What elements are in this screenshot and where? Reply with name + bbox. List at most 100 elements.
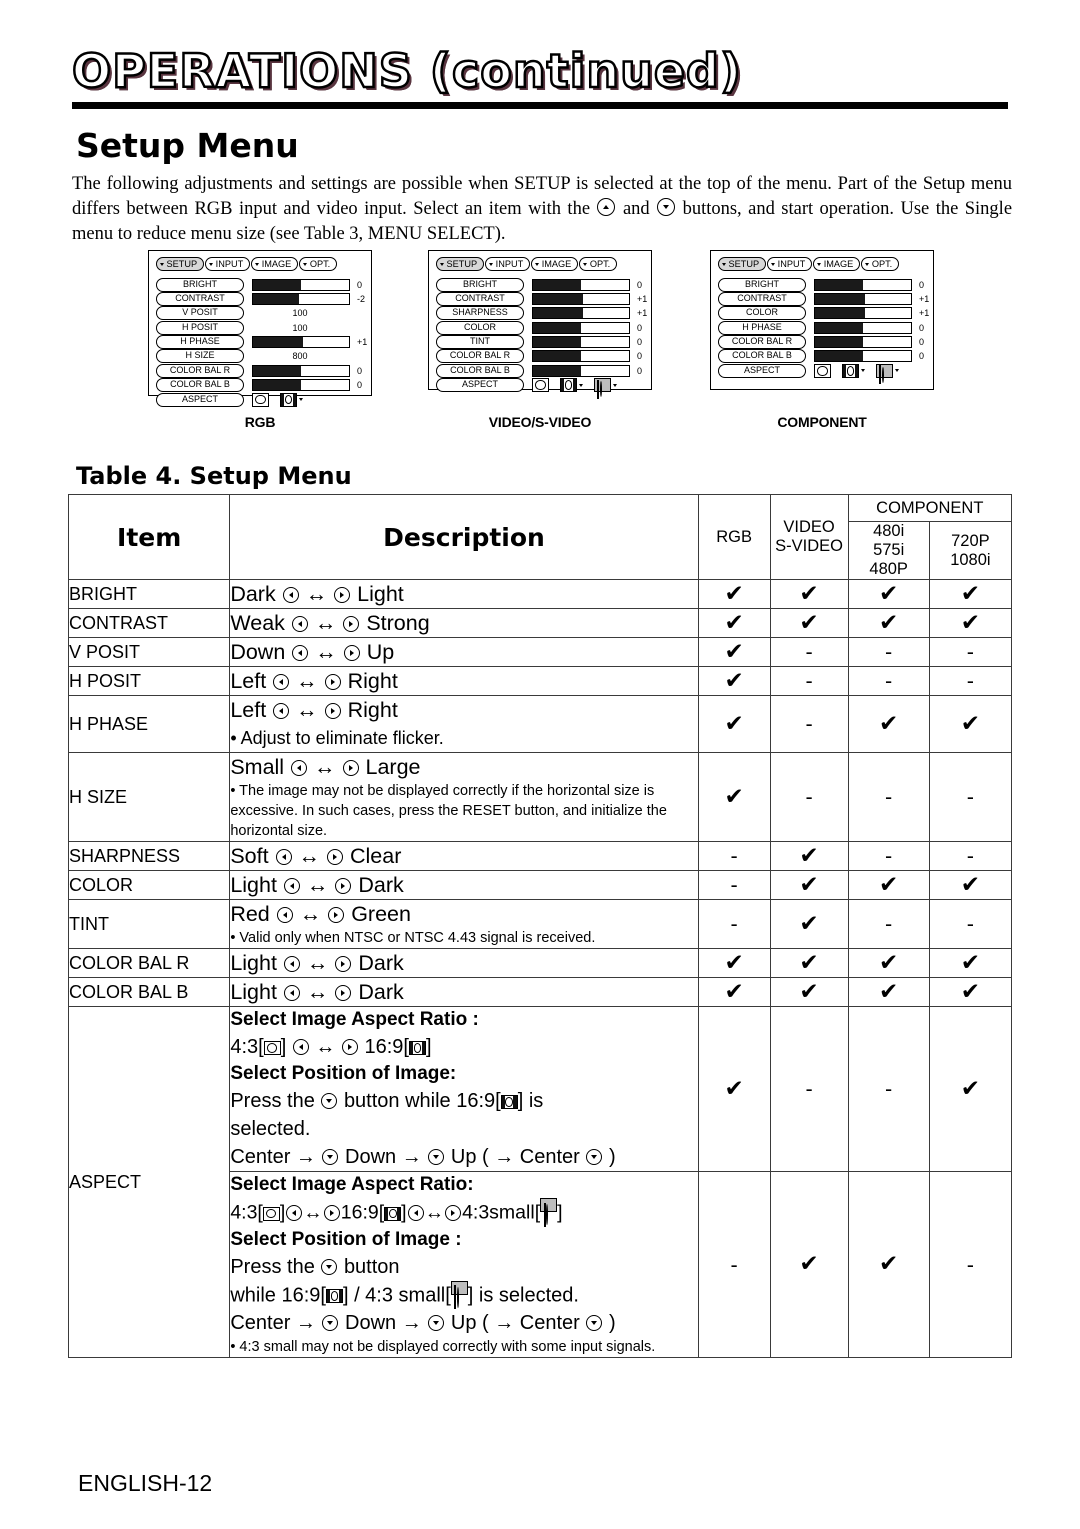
osd-item-aspect[interactable]: ASPECT (156, 392, 364, 407)
osd-item-contrast[interactable]: CONTRAST +1 (436, 291, 648, 306)
osd-item-bright[interactable]: BRIGHT 0 (718, 277, 926, 292)
osd-slider[interactable] (814, 307, 912, 320)
aspect-16-9-option[interactable] (842, 363, 865, 378)
desc-right: Large (365, 755, 421, 779)
osd-item-h-phase[interactable]: H PHASE 0 (718, 320, 926, 335)
osd-tab-input[interactable]: INPUT (485, 257, 531, 271)
osd-item-bright[interactable]: BRIGHT 0 (156, 277, 364, 292)
osd-item-value: 100 (292, 322, 308, 333)
support-video: ✔ (769, 608, 849, 638)
osd-tab-row: SETUP INPUT IMAGE OPT. (156, 257, 364, 271)
row-item-v-posit: V POSIT (67, 637, 231, 667)
aspect-4-3-option[interactable] (252, 392, 269, 407)
support-comp2: ✔ (928, 870, 1013, 900)
osd-slider[interactable] (532, 336, 630, 349)
osd-item-color-bal-b[interactable]: COLOR BAL B 0 (718, 349, 926, 364)
osd-item-value: +1 (637, 293, 648, 304)
osd-item-color[interactable]: COLOR +1 (718, 306, 929, 321)
osd-item-sharpness[interactable]: SHARPNESS +1 (436, 306, 647, 321)
osd-slider[interactable] (532, 364, 630, 377)
row-desc-color-bal-b: Light ↔ Dark (229, 977, 699, 1007)
press-text-mid: button while 16:9[ (343, 1090, 501, 1112)
osd-slider[interactable] (252, 379, 350, 392)
osd-slider[interactable] (252, 336, 350, 349)
osd-slider[interactable] (532, 307, 630, 320)
support-rgb: ✔ (697, 579, 771, 609)
desc-right: Dark (358, 951, 404, 975)
osd-tab-setup[interactable]: SETUP (436, 257, 485, 271)
right-button-icon (343, 616, 360, 632)
chevron-down-icon (440, 262, 444, 266)
down-button-icon (586, 1149, 603, 1165)
osd-item-label: V POSIT (156, 306, 244, 321)
osd-tab-input[interactable]: INPUT (767, 257, 813, 271)
osd-item-h-posit[interactable]: H POSIT 100 (156, 320, 364, 335)
aspect-16-9-option[interactable] (560, 378, 583, 393)
osd-slider[interactable] (252, 292, 350, 305)
support-rgb: - (697, 899, 771, 949)
aspect-4-3-option[interactable] (814, 363, 831, 378)
osd-tab-opt[interactable]: OPT. (861, 257, 900, 271)
right-button-icon (334, 587, 351, 603)
osd-tab-image[interactable]: IMAGE (531, 257, 579, 271)
row-item-h-size: H SIZE (67, 752, 231, 842)
bracket-close: ] (557, 1201, 563, 1224)
osd-slider[interactable] (532, 278, 630, 291)
osd-slider[interactable] (532, 350, 630, 363)
osd-tab-label: INPUT (495, 259, 524, 269)
bracket-close: ] (279, 1201, 286, 1224)
osd-tab-image[interactable]: IMAGE (813, 257, 861, 271)
osd-item-color-bal-b[interactable]: COLOR BAL B 0 (436, 363, 644, 378)
osd-slider[interactable] (814, 350, 912, 363)
osd-slider[interactable] (252, 278, 350, 291)
osd-item-contrast[interactable]: CONTRAST +1 (718, 291, 929, 306)
osd-slider[interactable] (814, 278, 912, 291)
osd-item-color-bal-r[interactable]: COLOR BAL R 0 (718, 335, 926, 350)
osd-tab-opt[interactable]: OPT. (579, 257, 618, 271)
osd-slider[interactable] (532, 321, 630, 334)
desc-left: Soft (230, 844, 269, 868)
osd-tab-opt[interactable]: OPT. (299, 257, 338, 271)
table-row: COLOR BAL B Light ↔ Dark ✔ ✔ ✔ ✔ (67, 977, 1013, 1007)
osd-item-aspect[interactable]: ASPECT (436, 378, 644, 399)
osd-slider[interactable] (252, 364, 350, 377)
osd-tab-image[interactable]: IMAGE (251, 257, 299, 271)
osd-item-tint[interactable]: TINT 0 (436, 335, 644, 350)
osd-slider[interactable] (814, 321, 912, 334)
osd-item-color-bal-r[interactable]: COLOR BAL R 0 (436, 349, 644, 364)
osd-item-h-size[interactable]: H SIZE 800 (156, 349, 364, 364)
aspect-4-3-option[interactable] (532, 378, 549, 393)
header-comp1-line2: 575i (873, 541, 905, 559)
left-button-icon (282, 587, 299, 603)
osd-item-color-bal-r[interactable]: COLOR BAL R 0 (156, 363, 364, 378)
osd-slider[interactable] (532, 292, 630, 305)
table-row: BRIGHT Dark ↔ Light ✔ ✔ ✔ ✔ (67, 579, 1013, 609)
osd-tab-setup[interactable]: SETUP (718, 257, 767, 271)
osd-item-color-bal-b[interactable]: COLOR BAL B 0 (156, 378, 364, 393)
check-icon: ✔ (879, 710, 899, 737)
osd-item-v-posit[interactable]: V POSIT 100 (156, 306, 364, 321)
osd-item-h-phase[interactable]: H PHASE +1 (156, 335, 367, 350)
osd-item-contrast[interactable]: CONTRAST -2 (156, 291, 365, 306)
aspect-16-9-option[interactable] (280, 392, 303, 407)
osd-item-label: COLOR BAL R (156, 363, 244, 378)
left-button-icon (283, 878, 300, 894)
aspect-heading-ratio: Select Image Aspect Ratio : (230, 1009, 479, 1030)
support-video: - (769, 666, 849, 696)
osd-item-aspect[interactable]: ASPECT (718, 363, 926, 385)
aspect-4-3-small-option[interactable] (594, 378, 617, 399)
check-icon: ✔ (799, 842, 819, 869)
right-button-icon (445, 1204, 462, 1221)
osd-slider[interactable] (814, 336, 912, 349)
osd-item-color[interactable]: COLOR 0 (436, 320, 644, 335)
osd-tab-input[interactable]: INPUT (205, 257, 251, 271)
osd-tab-label: OPT. (589, 259, 611, 269)
aspect-4-3-small-option[interactable] (876, 363, 899, 385)
press-text-pre: Press the (230, 1255, 315, 1278)
sequence-up: Up ( → Center (450, 1146, 580, 1168)
osd-item-bright[interactable]: BRIGHT 0 (436, 277, 644, 292)
osd-slider[interactable] (814, 292, 912, 305)
osd-item-label: COLOR BAL B (718, 349, 806, 364)
desc-note: • Adjust to eliminate flicker. (230, 728, 444, 748)
osd-tab-setup[interactable]: SETUP (156, 257, 205, 271)
